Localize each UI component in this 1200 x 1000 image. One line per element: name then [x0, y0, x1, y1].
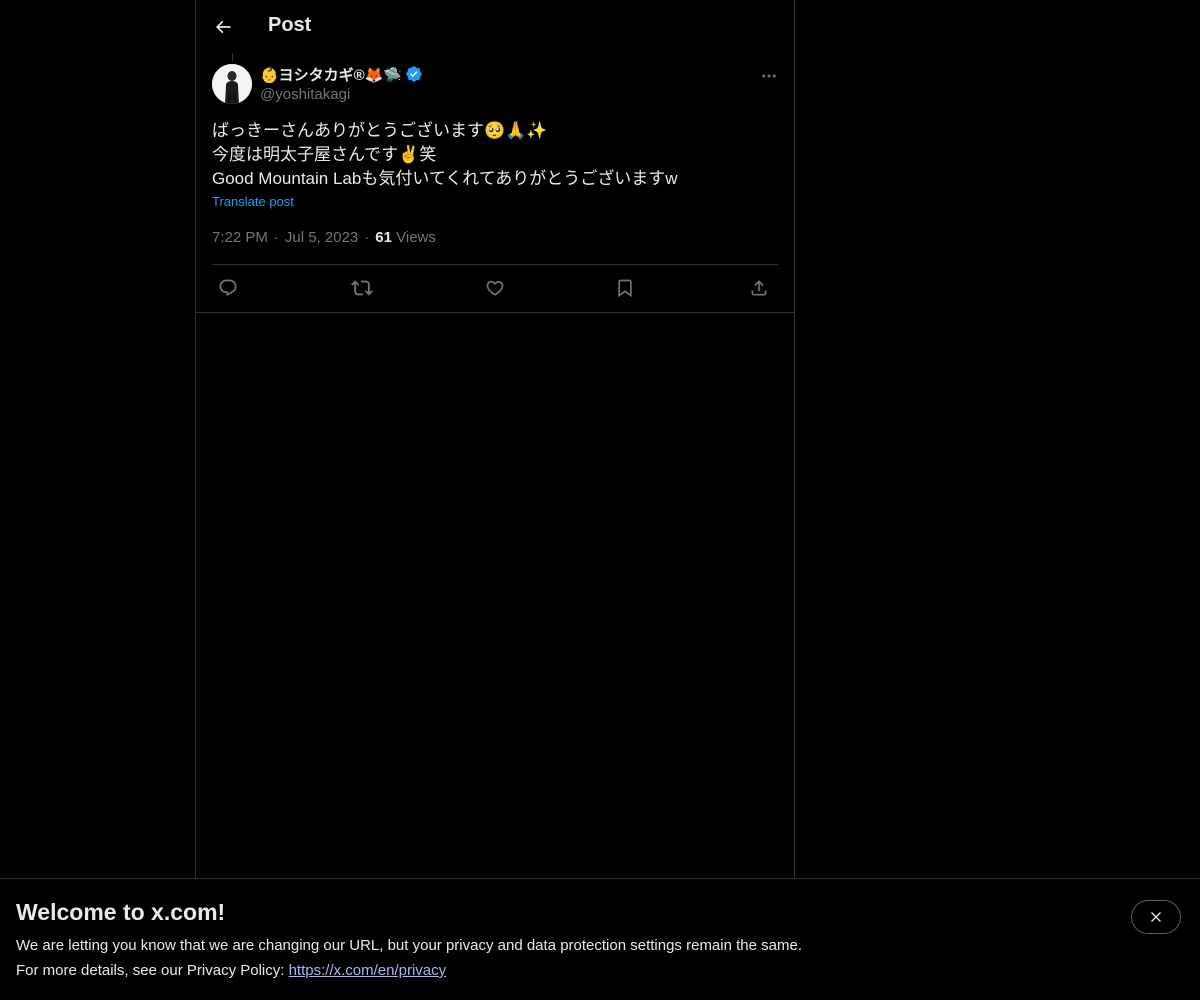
close-icon [1151, 912, 1161, 922]
author-name-text: 👶ヨシタカギ®🦊🛸 [260, 66, 403, 84]
post-text-line: ばっきーさんありがとうございます🥺🙏✨ [212, 121, 548, 140]
primary-column: Post 👶ヨシタカギ®🦊🛸 @yoshitakagi ばっきーさんありがとうご… [195, 0, 795, 878]
post-text-line: Good Mountain Labも気付いてくれてありがとうございますw [212, 169, 678, 188]
post-text: ばっきーさんありがとうございます🥺🙏✨ 今度は明太子屋さんです✌️笑 Good … [212, 119, 782, 191]
arrow-left-icon [215, 20, 231, 34]
privacy-policy-link[interactable]: https://x.com/en/privacy [289, 962, 447, 979]
banner-close-button[interactable] [1131, 900, 1181, 934]
verified-badge-icon [406, 66, 422, 82]
banner-privacy-prefix: For more details, see our Privacy Policy… [16, 962, 289, 979]
banner-title: Welcome to x.com! [16, 899, 226, 925]
reply-icon [219, 279, 237, 297]
author-display-name[interactable]: 👶ヨシタカギ®🦊🛸 [260, 64, 423, 84]
bookmark-button[interactable] [609, 272, 641, 304]
meta-separator: · [273, 229, 279, 246]
post-time[interactable]: 7:22 PM [212, 229, 268, 246]
reply-button[interactable] [212, 272, 244, 304]
meta-separator: · [364, 229, 370, 246]
post-text-line: 今度は明太子屋さんです✌️笑 [212, 145, 437, 164]
post-date[interactable]: Jul 5, 2023 [285, 229, 358, 246]
page-title: Post [268, 14, 312, 36]
actions-divider-top [212, 264, 778, 265]
share-icon [751, 280, 767, 296]
back-button[interactable] [206, 10, 240, 44]
translate-post-link[interactable]: Translate post [212, 194, 294, 209]
repost-icon [351, 280, 373, 296]
more-options-button[interactable] [752, 62, 786, 90]
banner-message: We are letting you know that we are chan… [16, 937, 802, 954]
like-icon [486, 280, 504, 296]
post-divider-bottom [196, 312, 794, 313]
repost-button[interactable] [346, 272, 378, 304]
post-metadata: 7:22 PM · Jul 5, 2023 · 61 Views [212, 229, 436, 246]
views-label: Views [396, 229, 436, 246]
author-avatar[interactable] [212, 64, 252, 104]
url-change-banner: Welcome to x.com! We are letting you kno… [0, 878, 1200, 1000]
thread-connector [232, 53, 233, 61]
share-button[interactable] [743, 272, 775, 304]
avatar-image [212, 64, 252, 104]
views-count: 61 [375, 229, 392, 246]
author-handle[interactable]: @yoshitakagi [260, 86, 350, 103]
post-actions-bar [212, 272, 778, 304]
bookmark-icon [618, 279, 632, 298]
banner-privacy-line: For more details, see our Privacy Policy… [16, 962, 446, 979]
top-bar: Post [196, 0, 794, 53]
like-button[interactable] [479, 272, 511, 304]
more-dots-icon [762, 74, 776, 78]
